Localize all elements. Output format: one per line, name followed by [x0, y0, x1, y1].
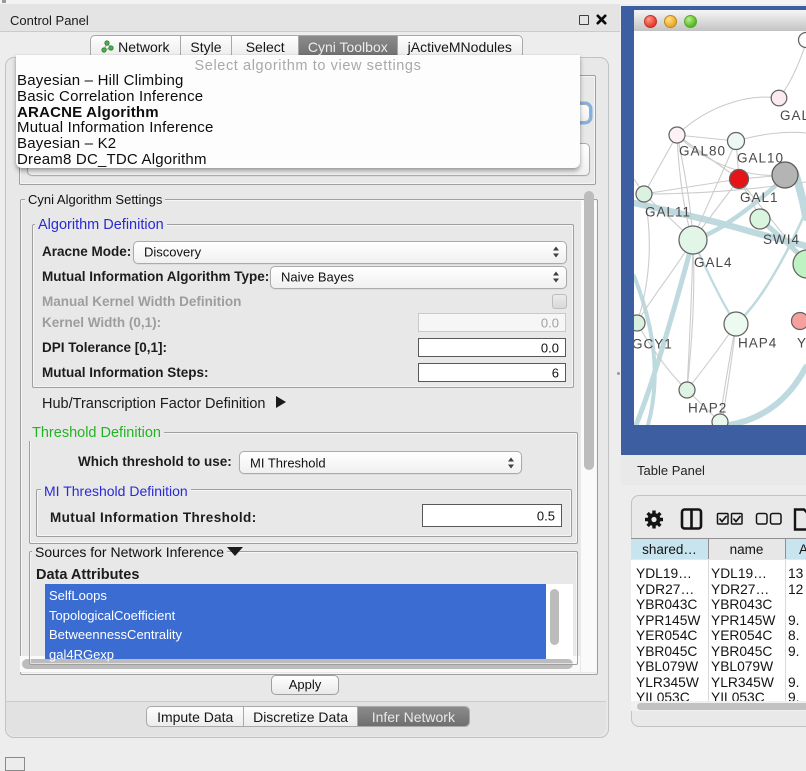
svg-text:GAL1: GAL1	[740, 190, 779, 205]
svg-text:GAL2: GAL2	[780, 108, 806, 123]
svg-text:HAP4: HAP4	[738, 336, 777, 351]
svg-text:HAP2: HAP2	[688, 401, 727, 416]
svg-text:SWI4: SWI4	[763, 232, 800, 247]
svg-text:GCY1: GCY1	[634, 337, 673, 352]
svg-text:GAL10: GAL10	[737, 151, 784, 166]
svg-text:YB: YB	[797, 336, 806, 351]
svg-text:GAL80: GAL80	[679, 144, 726, 159]
svg-text:GAL11: GAL11	[645, 205, 691, 220]
svg-text:GAL4: GAL4	[694, 255, 733, 270]
